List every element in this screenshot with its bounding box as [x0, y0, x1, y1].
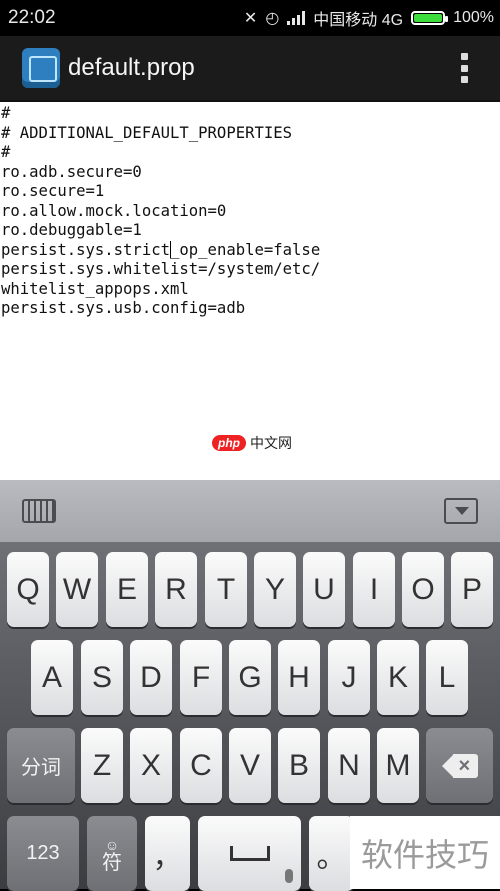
emoji-icon: ☺ — [104, 836, 120, 853]
key-f[interactable]: F — [180, 640, 222, 715]
key-p[interactable]: P — [451, 552, 493, 627]
key-r[interactable]: R — [155, 552, 197, 627]
key-i[interactable]: I — [353, 552, 395, 627]
text-editor[interactable]: # # ADDITIONAL_DEFAULT_PROPERTIES # ro.a… — [0, 102, 500, 480]
signal-icon — [287, 11, 306, 25]
watermark: php 中文网 — [212, 433, 292, 453]
corner-watermark: 软件技巧 — [350, 816, 500, 889]
watermark-text: 中文网 — [250, 435, 292, 451]
app-bar: default.prop — [0, 36, 500, 102]
hide-keyboard-icon[interactable] — [444, 498, 478, 524]
editor-text-before-cursor: # # ADDITIONAL_DEFAULT_PROPERTIES # ro.a… — [1, 104, 293, 259]
key-h[interactable]: H — [278, 640, 320, 715]
keyboard-switch-icon[interactable] — [22, 499, 56, 523]
key-m[interactable]: M — [377, 728, 419, 803]
status-icons: ✕ ◴ 中国移动 4G 100% — [244, 6, 494, 30]
alarm-icon: ◴ — [265, 10, 280, 27]
key-v[interactable]: V — [229, 728, 271, 803]
key-l[interactable]: L — [426, 640, 468, 715]
key-z[interactable]: Z — [81, 728, 123, 803]
symbol-key-label: 符 — [102, 851, 122, 874]
status-time: 22:02 — [8, 7, 56, 28]
key-a[interactable]: A — [31, 640, 73, 715]
key-n[interactable]: N — [328, 728, 370, 803]
battery-icon — [411, 11, 449, 25]
mute-icon: ✕ — [243, 10, 258, 27]
key-s[interactable]: S — [81, 640, 123, 715]
key-w[interactable]: W — [56, 552, 98, 627]
key-g[interactable]: G — [229, 640, 271, 715]
comma-key[interactable]: ， — [145, 816, 190, 891]
battery-percent: 100% — [453, 9, 494, 26]
overflow-menu-icon[interactable] — [460, 53, 468, 83]
key-j[interactable]: J — [328, 640, 370, 715]
key-x[interactable]: X — [130, 728, 172, 803]
space-icon — [229, 846, 270, 861]
key-y[interactable]: Y — [254, 552, 296, 627]
key-q[interactable]: Q — [7, 552, 49, 627]
key-d[interactable]: D — [130, 640, 172, 715]
key-o[interactable]: O — [402, 552, 444, 627]
key-e[interactable]: E — [106, 552, 148, 627]
number-key[interactable]: 123 — [7, 816, 79, 891]
backspace-icon: × — [441, 753, 478, 778]
key-u[interactable]: U — [303, 552, 345, 627]
key-k[interactable]: K — [377, 640, 419, 715]
symbol-key[interactable]: ☺ 符 — [87, 816, 137, 891]
carrier-label: 中国移动 4G — [313, 12, 404, 29]
key-b[interactable]: B — [278, 728, 320, 803]
keyboard-toolbar — [0, 480, 500, 543]
key-c[interactable]: C — [180, 728, 222, 803]
space-key[interactable] — [198, 816, 301, 891]
key-t[interactable]: T — [205, 552, 247, 627]
editor-content[interactable]: # # ADDITIONAL_DEFAULT_PROPERTIES # ro.a… — [1, 104, 320, 319]
status-bar: 22:02 ✕ ◴ 中国移动 4G 100% — [0, 0, 500, 36]
period-key[interactable]: 。 — [309, 816, 354, 891]
backspace-key[interactable]: × — [426, 728, 493, 803]
segment-key[interactable]: 分词 — [7, 728, 75, 803]
file-title: default.prop — [68, 54, 195, 81]
app-icon — [22, 48, 60, 88]
php-logo: php — [212, 435, 246, 451]
mic-icon — [285, 869, 293, 883]
